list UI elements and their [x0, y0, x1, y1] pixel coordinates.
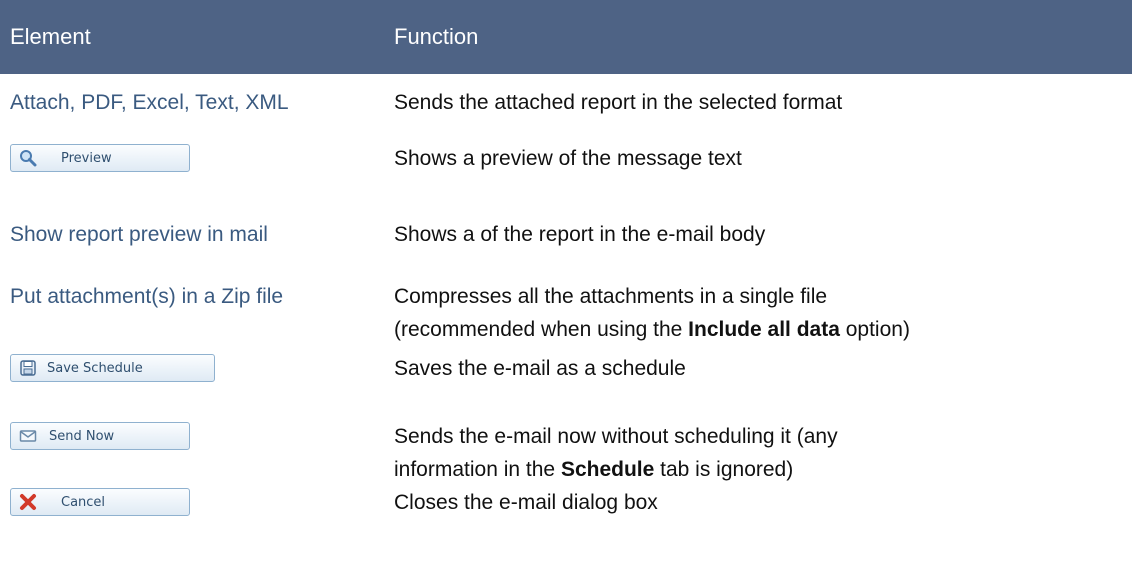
function-cell: Sends the attached report in the selecte…	[394, 91, 843, 114]
function-cell: Compresses all the attachments in a sing…	[392, 276, 1132, 352]
preview-button[interactable]: Preview	[10, 144, 190, 172]
table-row: Send Now Sends the e-mail now without sc…	[0, 420, 1132, 486]
function-line-2-start: information in the	[394, 458, 561, 481]
preview-button-label: Preview	[61, 150, 112, 166]
envelope-icon	[19, 427, 37, 445]
element-cell: Preview	[0, 142, 392, 210]
function-line-1: Compresses all the attachments in a sing…	[394, 285, 828, 308]
function-cell: Shows a preview of the message text	[394, 147, 742, 170]
include-all-data-term: Include all data	[688, 318, 840, 341]
element-cell: Cancel	[0, 486, 392, 538]
function-cell: Saves the e-mail as a schedule	[394, 357, 686, 380]
send-now-button[interactable]: Send Now	[10, 422, 190, 450]
element-cell: Save Schedule	[0, 352, 392, 420]
function-cell: Sends the e-mail now without scheduling …	[392, 420, 1132, 486]
attach-format-options[interactable]: Attach, PDF, Excel, Text, XML	[10, 91, 289, 114]
schedule-tab-term: Schedule	[560, 458, 655, 481]
send-now-button-label: Send Now	[49, 428, 115, 444]
show-report-preview-option[interactable]: Show report preview in mail	[10, 223, 268, 246]
function-line-2-end: option)	[839, 318, 910, 341]
header-function: Function	[392, 0, 1132, 74]
red-x-icon	[19, 493, 37, 511]
function-cell: Shows a of the report in the e-mail body	[394, 223, 766, 246]
elements-function-table: Element Function Attach, PDF, Excel, Tex…	[0, 0, 1132, 538]
table-header-row: Element Function	[0, 0, 1132, 74]
function-line-2-end: tab is ignored)	[654, 458, 794, 481]
zip-attachments-option[interactable]: Put attachment(s) in a Zip file	[10, 285, 283, 308]
function-line-1: Sends the e-mail now without scheduling …	[394, 425, 838, 448]
save-schedule-button-label: Save Schedule	[47, 360, 143, 376]
function-line-2-start: (recommended when using the	[394, 318, 689, 341]
table-row: Show report preview in mail Shows a of t…	[0, 210, 1132, 276]
header-element: Element	[0, 0, 392, 74]
magnifier-icon	[19, 149, 37, 167]
function-cell: Closes the e-mail dialog box	[394, 491, 658, 514]
table-row: Preview Shows a preview of the message t…	[0, 142, 1132, 210]
cancel-button[interactable]: Cancel	[10, 488, 190, 516]
floppy-disk-icon	[19, 359, 37, 377]
cancel-button-label: Cancel	[61, 494, 106, 510]
table-row: Save Schedule Saves the e-mail as a sche…	[0, 352, 1132, 420]
table-row: Attach, PDF, Excel, Text, XML Sends the …	[0, 74, 1132, 142]
table-row: Cancel Closes the e-mail dialog box	[0, 486, 1132, 538]
element-cell: Put attachment(s) in a Zip file	[0, 276, 392, 352]
save-schedule-button[interactable]: Save Schedule	[10, 354, 215, 382]
element-cell: Send Now	[0, 420, 392, 486]
table-row: Put attachment(s) in a Zip file Compress…	[0, 276, 1132, 352]
element-cell: Attach, PDF, Excel, Text, XML	[0, 74, 392, 142]
element-cell: Show report preview in mail	[0, 210, 392, 276]
